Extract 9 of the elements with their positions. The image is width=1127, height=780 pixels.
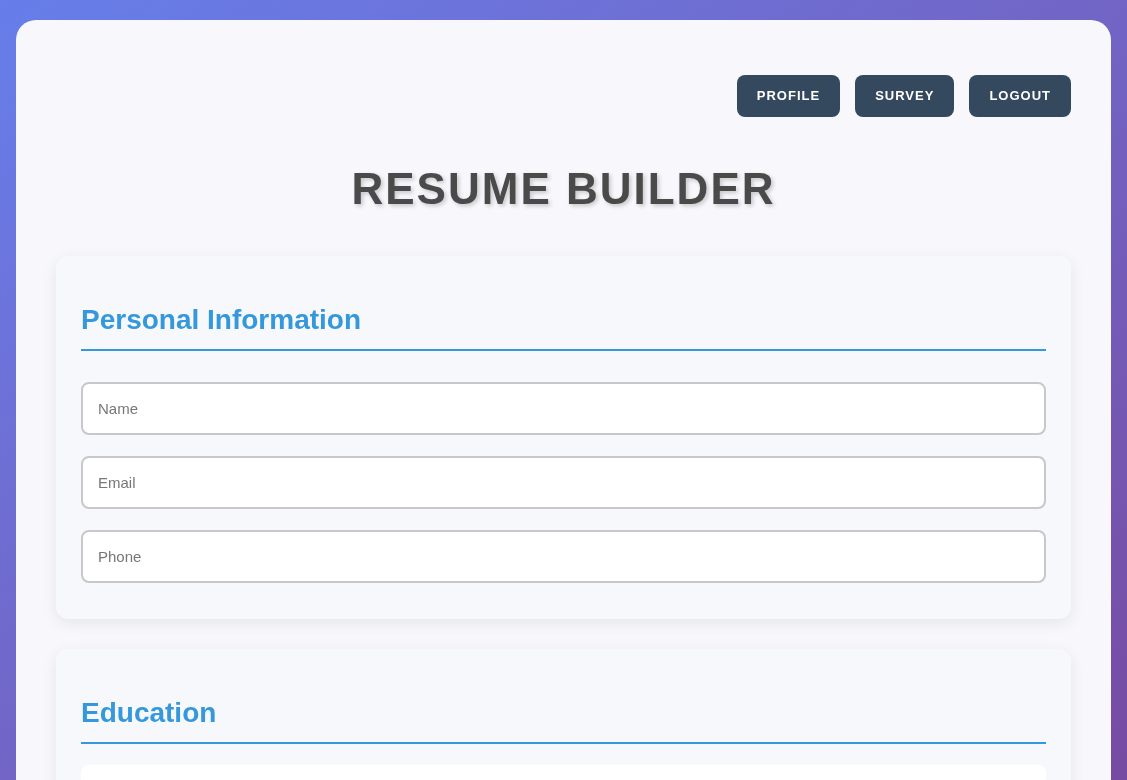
text-input-field[interactable]: Phone (81, 530, 1046, 583)
page-title: RESUME BUILDER (350, 167, 777, 211)
nav-button[interactable]: LOGOUT (969, 75, 1071, 117)
section-heading: Personal Information (81, 306, 363, 337)
section-heading: Education (81, 699, 218, 730)
text-input-field[interactable]: Name (81, 382, 1046, 435)
nav-button[interactable]: PROFILE (736, 75, 841, 117)
text-input-field[interactable]: Email (81, 456, 1046, 509)
nav-button[interactable]: SURVEY (855, 75, 955, 117)
